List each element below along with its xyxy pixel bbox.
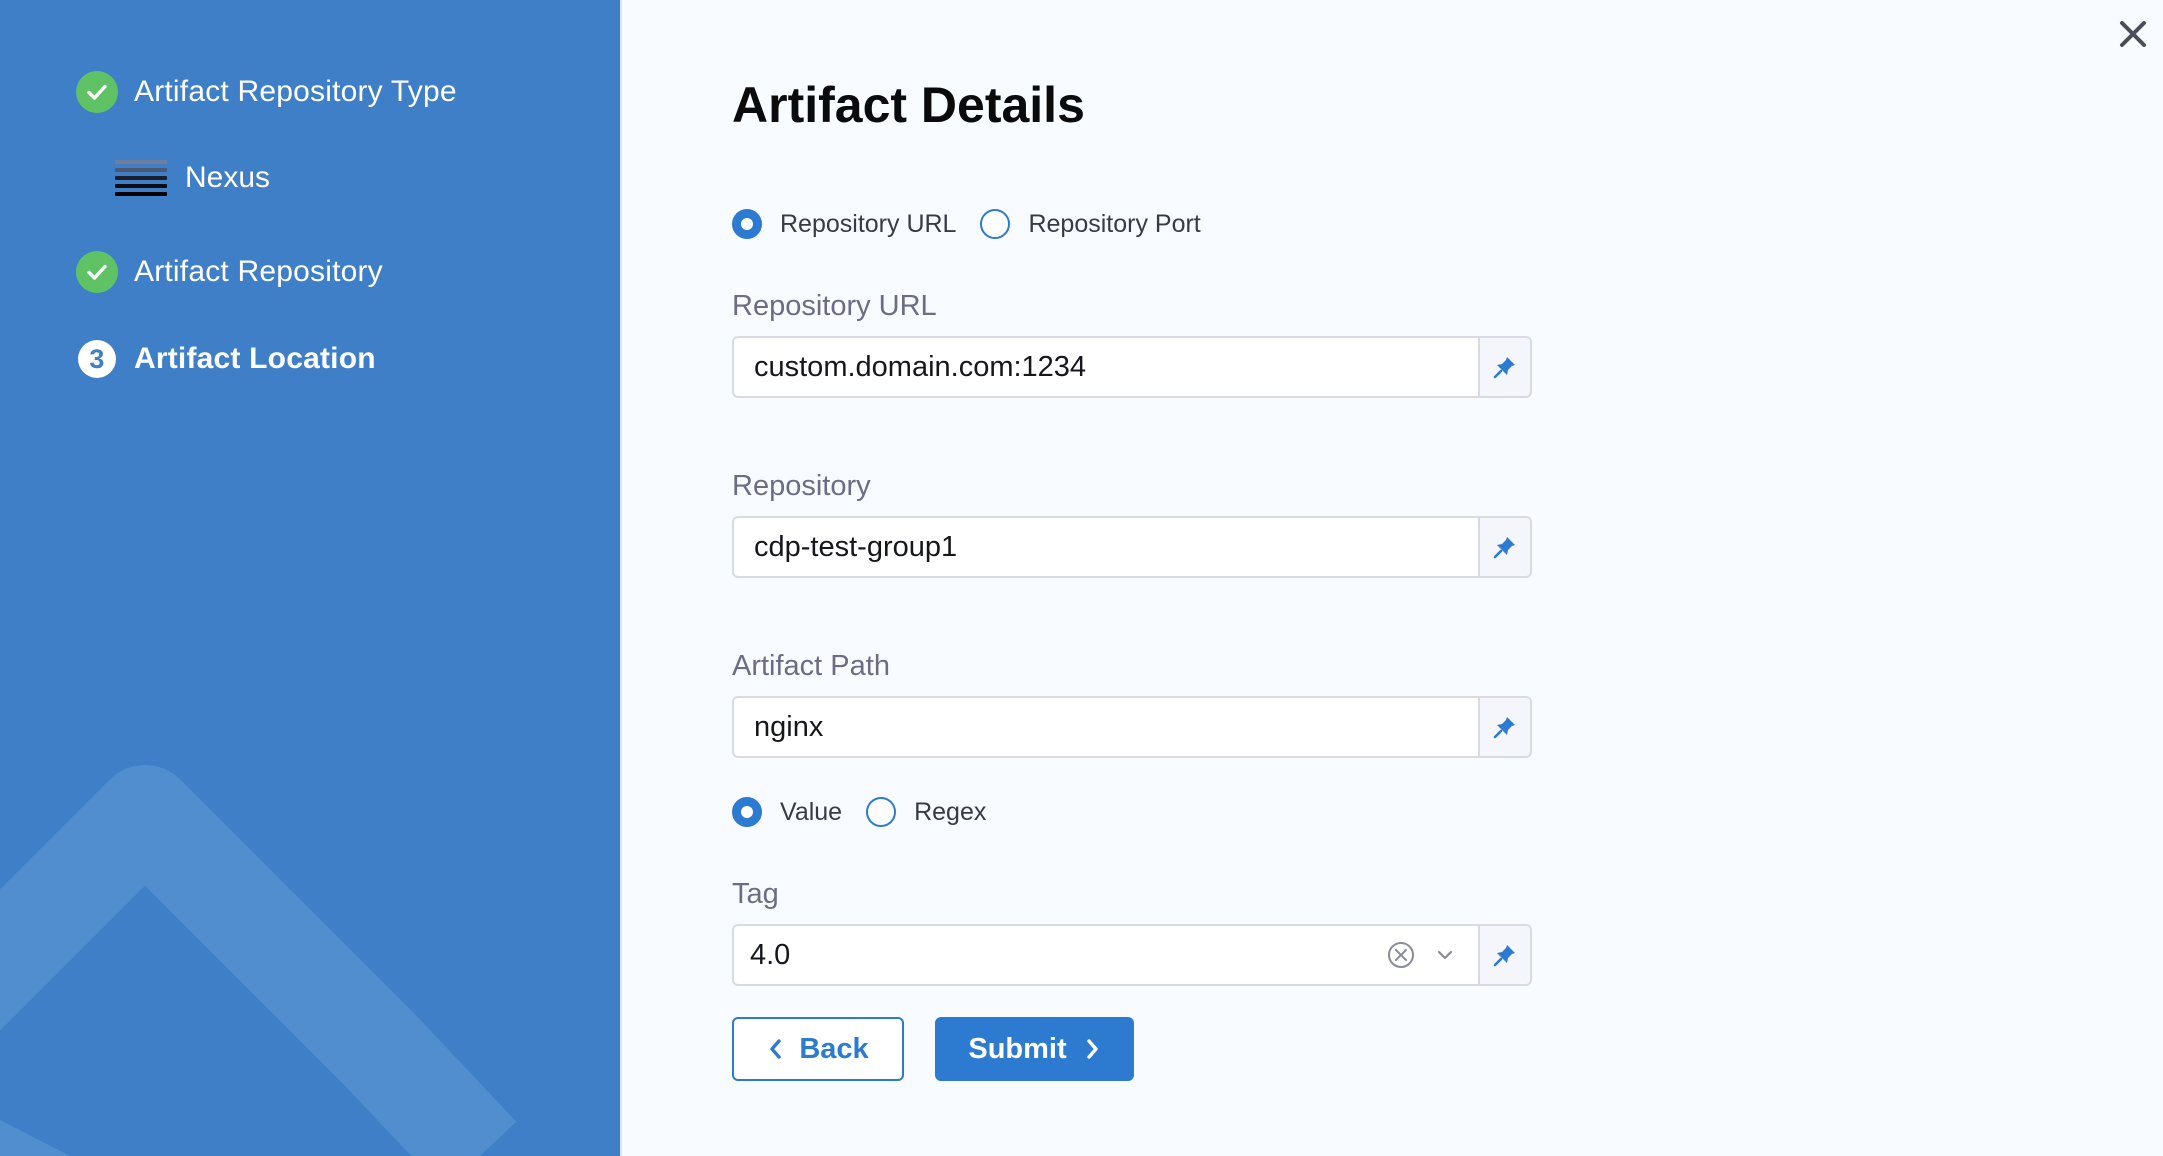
close-icon	[2120, 21, 2146, 47]
check-circle-icon	[76, 251, 118, 293]
step-artifact-repository: Artifact Repository	[76, 251, 383, 293]
step-artifact-location: 3 Artifact Location	[76, 340, 376, 378]
pin-icon	[1493, 357, 1515, 379]
repository-url-label: Repository URL	[732, 290, 937, 322]
tag-field-group: 4.0	[732, 924, 1532, 986]
form-actions: Back Submit	[732, 1017, 1134, 1081]
radio-indicator	[866, 797, 897, 827]
pin-icon	[1493, 717, 1515, 739]
repository-url-field-group	[732, 336, 1532, 398]
tag-select-value: 4.0	[750, 938, 791, 971]
runtime-input-pin-button[interactable]	[1480, 924, 1532, 986]
submit-button-label: Submit	[968, 1032, 1067, 1065]
artifact-path-input[interactable]	[732, 696, 1480, 758]
harness-watermark-icon	[0, 765, 517, 1156]
radio-selected-indicator	[732, 209, 762, 239]
radio-label: Value	[780, 797, 843, 826]
runtime-input-pin-button[interactable]	[1480, 336, 1532, 398]
repository-label: Repository	[732, 470, 871, 502]
step-label: Artifact Repository	[134, 255, 383, 288]
radio-repository-url[interactable]: Repository URL	[732, 209, 956, 239]
runtime-input-pin-button[interactable]	[1480, 696, 1532, 758]
back-button[interactable]: Back	[732, 1017, 904, 1081]
repository-url-input[interactable]	[732, 336, 1480, 398]
chevron-left-icon	[767, 1038, 785, 1060]
radio-value[interactable]: Value	[732, 797, 842, 827]
wizard-sidebar: Artifact Repository Type Nexus Artifact …	[0, 0, 620, 1156]
radio-regex[interactable]: Regex	[866, 797, 986, 827]
radio-label: Repository URL	[780, 209, 957, 238]
pin-icon	[1493, 537, 1515, 559]
clear-icon[interactable]	[1386, 940, 1416, 970]
close-button[interactable]	[2113, 14, 2153, 54]
radio-selected-indicator	[732, 797, 762, 827]
artifact-wizard-dialog: Artifact Repository Type Nexus Artifact …	[0, 0, 2163, 1156]
nexus-icon	[115, 153, 169, 203]
artifact-path-label: Artifact Path	[732, 650, 890, 682]
repository-field-group	[732, 516, 1532, 578]
radio-repository-port[interactable]: Repository Port	[980, 209, 1201, 239]
step-label: Artifact Repository Type	[134, 75, 457, 108]
selected-repository-type: Nexus	[115, 153, 270, 203]
pin-icon	[1493, 945, 1515, 967]
radio-indicator	[980, 209, 1011, 239]
page-title: Artifact Details	[732, 77, 1085, 133]
sidebar-divider	[620, 0, 622, 1156]
submit-button[interactable]: Submit	[935, 1017, 1134, 1081]
radio-label: Regex	[914, 797, 987, 826]
chevron-right-icon	[1083, 1038, 1101, 1060]
artifact-path-field-group	[732, 696, 1532, 758]
tag-label: Tag	[732, 878, 779, 910]
repository-input[interactable]	[732, 516, 1480, 578]
step-artifact-repository-type: Artifact Repository Type	[76, 71, 457, 113]
tag-mode-radio-group: Value Regex	[732, 797, 1010, 827]
check-circle-icon	[76, 71, 118, 113]
chevron-down-icon[interactable]	[1434, 944, 1456, 966]
runtime-input-pin-button[interactable]	[1480, 516, 1532, 578]
step-number-badge: 3	[78, 340, 116, 378]
repository-mode-radio-group: Repository URL Repository Port	[732, 209, 1225, 239]
tag-select[interactable]: 4.0	[732, 924, 1480, 986]
radio-label: Repository Port	[1028, 209, 1201, 238]
back-button-label: Back	[799, 1032, 869, 1065]
repository-type-label: Nexus	[185, 161, 271, 194]
step-label: Artifact Location	[134, 342, 376, 375]
